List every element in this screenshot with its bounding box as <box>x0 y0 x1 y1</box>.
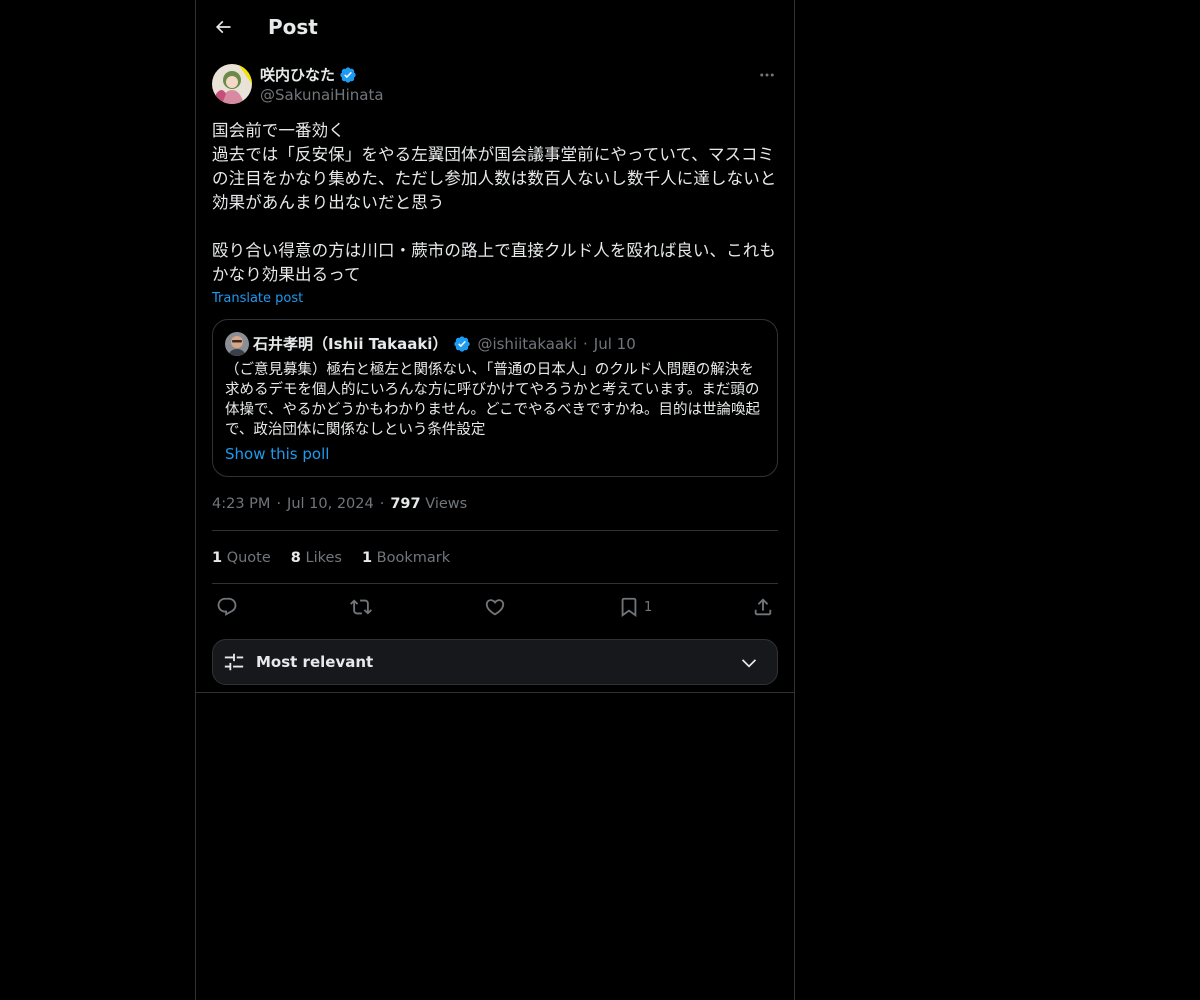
section-divider <box>196 692 794 693</box>
quoted-post-header: 石井孝明（Ishii Takaaki） @ishiitakaaki · Jul … <box>253 333 636 355</box>
quoted-avatar-image <box>225 332 249 356</box>
post-actions: 1 <box>212 595 778 619</box>
likes-stat[interactable]: 8 Likes <box>291 548 342 568</box>
divider <box>212 583 778 584</box>
divider <box>212 530 778 531</box>
translate-post-link[interactable]: Translate post <box>212 290 303 308</box>
reply-icon <box>217 597 237 616</box>
post-time[interactable]: 4:23 PM <box>212 496 270 512</box>
bookmarks-stat[interactable]: 1 Bookmark <box>362 548 450 568</box>
reply-button[interactable] <box>216 595 238 619</box>
back-button[interactable] <box>206 10 240 44</box>
page-title: Post <box>268 15 318 39</box>
verified-badge-icon <box>339 66 357 84</box>
page-header: Post <box>196 0 794 54</box>
likes-count: 8 <box>290 550 301 566</box>
post-date[interactable]: Jul 10, 2024 <box>287 496 374 512</box>
chevron-down-icon <box>741 659 757 668</box>
quotes-label: Quote <box>226 550 271 566</box>
author-name[interactable]: 咲内ひなた <box>260 65 357 85</box>
quoted-post-date: Jul 10 <box>593 335 636 353</box>
bookmark-icon <box>621 597 637 618</box>
quotes-stat[interactable]: 1 Quote <box>212 548 271 568</box>
bookmark-count: 1 <box>644 599 653 615</box>
quoted-author-handle: @ishiitakaaki <box>477 335 578 353</box>
repost-icon <box>350 599 372 615</box>
post-meta: 4:23 PM · Jul 10, 2024 · 797 Views <box>212 494 467 514</box>
show-poll-link[interactable]: Show this poll <box>225 444 329 464</box>
views-count: 797 <box>390 496 421 512</box>
post-text: 国会前で一番効く 過去では「反安保」をやる左翼団体が国会議事堂前にやっていて、マ… <box>212 121 777 284</box>
sort-label: Most relevant <box>256 653 374 671</box>
quoted-post-text: （ご意見募集）極右と極左と関係ない、「普通の日本人」のクルド人問題の解決を求める… <box>225 362 761 438</box>
views-label: Views <box>425 496 468 512</box>
likes-label: Likes <box>305 550 342 566</box>
heart-icon <box>485 599 505 616</box>
separator-dot: · <box>276 496 282 512</box>
separator-dot: · <box>379 496 385 512</box>
arrow-left-icon <box>215 20 231 34</box>
like-button[interactable] <box>484 595 506 619</box>
quoted-author-name: 石井孝明（Ishii Takaaki） <box>253 335 448 353</box>
author-avatar-image <box>212 64 252 104</box>
quotes-count: 1 <box>212 550 223 566</box>
repost-button[interactable] <box>350 595 372 619</box>
author-handle[interactable]: @SakunaiHinata <box>260 85 384 105</box>
post-stats: 1 Quote 8 Likes 1 Bookmark <box>212 548 470 568</box>
quoted-author-avatar <box>225 332 249 356</box>
sliders-icon <box>224 653 244 671</box>
main-column: Post 咲内ひなた @SakunaiHinata 国会前で一番効く 過去では「… <box>195 0 795 1000</box>
bookmarks-label: Bookmark <box>376 550 451 566</box>
more-options-button[interactable] <box>756 64 778 86</box>
author-name-text: 咲内ひなた <box>260 66 336 84</box>
avatar[interactable] <box>212 64 252 104</box>
bookmarks-count: 1 <box>361 550 373 566</box>
more-horizontal-icon <box>760 73 774 77</box>
replies-sort-dropdown[interactable]: Most relevant <box>212 639 778 685</box>
quoted-verified-badge-icon <box>453 335 471 353</box>
separator-dot: · <box>583 335 588 353</box>
bookmark-button[interactable]: 1 <box>618 595 652 619</box>
quoted-post[interactable]: 石井孝明（Ishii Takaaki） @ishiitakaaki · Jul … <box>212 319 778 477</box>
share-button[interactable] <box>752 595 774 619</box>
share-icon <box>754 598 772 616</box>
